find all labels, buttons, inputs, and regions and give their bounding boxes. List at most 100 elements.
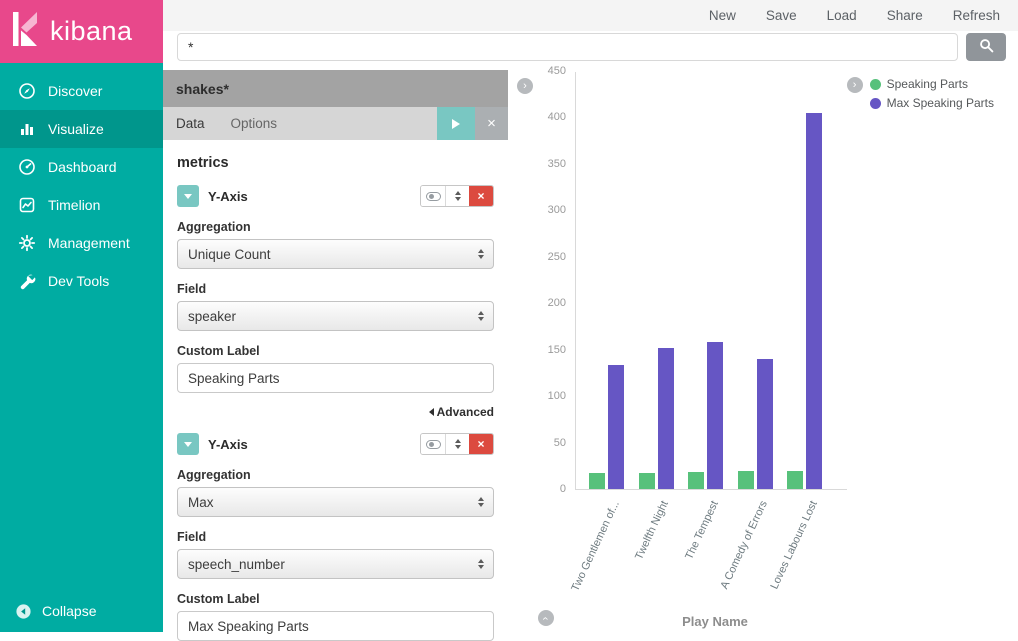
top-bar: New Save Load Share Refresh [163, 0, 1018, 63]
sidebar-item-dev-tools[interactable]: Dev Tools [0, 262, 163, 300]
top-nav: New Save Load Share Refresh [163, 0, 1018, 31]
x-axis-category-label: A Comedy of Errors [718, 499, 769, 591]
y-axis-tick-label: 250 [526, 251, 566, 263]
tab-options[interactable]: Options [218, 107, 291, 140]
bar-max-speaking-parts[interactable] [608, 365, 624, 489]
search-button[interactable] [966, 33, 1006, 61]
bar-speaking-parts[interactable] [639, 473, 655, 489]
chevron-up-icon: › [540, 616, 551, 620]
select-arrows-icon [478, 311, 484, 321]
reorder-agg-handle[interactable] [445, 186, 469, 206]
select-arrows-icon [478, 497, 484, 507]
x-axis-title: Play Name [575, 614, 855, 629]
apply-changes-button[interactable] [437, 107, 475, 140]
sidebar-item-timelion[interactable]: Timelion [0, 186, 163, 224]
aggregation-select[interactable]: Unique Count [177, 239, 494, 269]
agg-title: Y-Axis [208, 189, 420, 204]
chevron-down-icon [184, 194, 192, 199]
legend-label: Speaking Parts [887, 77, 968, 91]
brand-name: kibana [50, 16, 133, 47]
wrench-icon [18, 272, 36, 290]
sidebar-item-dashboard[interactable]: Dashboard [0, 148, 163, 186]
nav-refresh[interactable]: Refresh [953, 8, 1000, 23]
nav-share[interactable]: Share [887, 8, 923, 23]
custom-label-input[interactable] [177, 363, 494, 393]
compass-icon [18, 82, 36, 100]
collapse-agg-button[interactable] [177, 433, 199, 455]
field-select[interactable]: speaker [177, 301, 494, 331]
up-down-arrows-icon [455, 191, 461, 201]
vis-editor-panel: shakes* Data Options × metrics [163, 63, 508, 632]
custom-label-input[interactable] [177, 611, 494, 641]
search-bar [163, 31, 1018, 63]
x-axis-category-label: The Tempest [683, 499, 721, 562]
agg-title: Y-Axis [208, 437, 420, 452]
bar-speaking-parts[interactable] [738, 471, 754, 489]
toggle-icon [426, 192, 441, 201]
triangle-left-icon [429, 408, 434, 416]
collapse-editor-chevron-icon[interactable]: › [517, 78, 533, 94]
bar-speaking-parts[interactable] [589, 473, 605, 489]
legend-color-dot [870, 79, 881, 90]
play-icon [452, 119, 460, 129]
close-icon: × [487, 115, 496, 132]
y-axis-tick-label: 400 [526, 111, 566, 123]
tab-data[interactable]: Data [163, 107, 218, 140]
delete-agg-button[interactable]: × [469, 434, 493, 454]
close-icon: × [477, 189, 484, 203]
field-label: Field [177, 282, 494, 296]
bar-speaking-parts[interactable] [787, 471, 803, 489]
nav-load[interactable]: Load [827, 8, 857, 23]
bar-max-speaking-parts[interactable] [806, 113, 822, 489]
y-axis-tick-label: 450 [526, 65, 566, 77]
aggregation-label: Aggregation [177, 220, 494, 234]
nav-new[interactable]: New [709, 8, 736, 23]
sidebar: Discover Visualize [0, 63, 163, 632]
gauge-icon [18, 158, 36, 176]
sidebar-collapse-button[interactable]: Collapse [0, 590, 163, 632]
sidebar-item-management[interactable]: Management [0, 224, 163, 262]
discard-changes-button[interactable]: × [475, 107, 508, 140]
disable-agg-toggle[interactable] [421, 434, 445, 454]
y-axis-tick-label: 50 [526, 437, 566, 449]
x-axis-category-label: Twelfth Night [633, 499, 671, 562]
x-axis-category-label: Loves Labours Lost [768, 499, 819, 591]
bar-speaking-parts[interactable] [688, 472, 704, 489]
collapse-bottom-chevron-icon[interactable]: › [538, 610, 554, 626]
bar-max-speaking-parts[interactable] [707, 342, 723, 489]
delete-agg-button[interactable]: × [469, 186, 493, 206]
sidebar-item-visualize[interactable]: Visualize [0, 110, 163, 148]
legend-item[interactable]: Speaking Parts [870, 77, 994, 91]
sidebar-item-label: Timelion [48, 197, 100, 213]
legend-item[interactable]: Max Speaking Parts [870, 96, 994, 110]
select-arrows-icon [478, 559, 484, 569]
bar-max-speaking-parts[interactable] [757, 359, 773, 489]
kibana-logo[interactable]: kibana [0, 0, 163, 63]
chevron-down-icon [184, 442, 192, 447]
nav-save[interactable]: Save [766, 8, 797, 23]
y-axis-tick-label: 300 [526, 204, 566, 216]
metrics-form: metrics Y-Axis [163, 140, 508, 641]
advanced-toggle[interactable]: Advanced [437, 405, 494, 419]
aggregation-label: Aggregation [177, 468, 494, 482]
field-select[interactable]: speech_number [177, 549, 494, 579]
search-icon [979, 38, 994, 56]
kibana-logo-icon [13, 12, 41, 51]
aggregation-select[interactable]: Max [177, 487, 494, 517]
reorder-agg-handle[interactable] [445, 434, 469, 454]
legend-toggle-chevron-icon[interactable]: › [847, 77, 863, 93]
metric-agg-section: Y-Axis × [177, 433, 494, 641]
collapse-agg-button[interactable] [177, 185, 199, 207]
custom-label-label: Custom Label [177, 592, 494, 606]
close-icon: × [477, 437, 484, 451]
collapse-label: Collapse [42, 603, 96, 619]
agg-controls: × [420, 185, 494, 207]
chart-plot-area: Two Gentlemen of...Twelfth NightThe Temp… [575, 72, 847, 490]
sidebar-item-discover[interactable]: Discover [0, 72, 163, 110]
bar-max-speaking-parts[interactable] [658, 348, 674, 489]
gear-icon [18, 234, 36, 252]
y-axis-tick-label: 100 [526, 390, 566, 402]
query-input[interactable] [177, 33, 958, 61]
legend-color-dot [870, 98, 881, 109]
disable-agg-toggle[interactable] [421, 186, 445, 206]
